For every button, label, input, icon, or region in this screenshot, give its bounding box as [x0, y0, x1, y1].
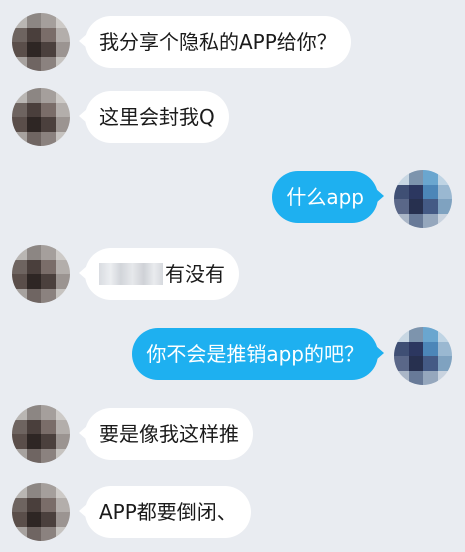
message-text: 什么app	[286, 185, 364, 209]
message-bubble[interactable]: APP都要倒闭、	[79, 486, 251, 538]
message-bubble[interactable]: 要是像我这样推	[79, 408, 253, 460]
message-text: 有没有	[165, 262, 225, 286]
contact-avatar[interactable]	[12, 405, 70, 463]
message-bubble[interactable]: 你不会是推销app的吧？	[132, 328, 384, 380]
my-avatar[interactable]	[394, 327, 452, 385]
message-bubble[interactable]: 我分享个隐私的APP给你？	[79, 16, 351, 68]
message-text: 我分享个隐私的APP给你？	[99, 30, 337, 54]
message-text: 你不会是推销app的吧？	[146, 342, 364, 366]
contact-avatar[interactable]	[12, 483, 70, 541]
message-text: APP都要倒闭、	[99, 500, 237, 524]
message-bubble[interactable]: 有没有	[79, 248, 239, 300]
contact-avatar[interactable]	[12, 245, 70, 303]
message-bubble[interactable]: 什么app	[272, 171, 384, 223]
message-text: 这里会封我Q	[99, 105, 215, 129]
my-avatar[interactable]	[394, 170, 452, 228]
redacted-text	[99, 263, 163, 285]
contact-avatar[interactable]	[12, 13, 70, 71]
message-bubble[interactable]: 这里会封我Q	[79, 91, 229, 143]
contact-avatar[interactable]	[12, 88, 70, 146]
message-text: 要是像我这样推	[99, 422, 239, 446]
